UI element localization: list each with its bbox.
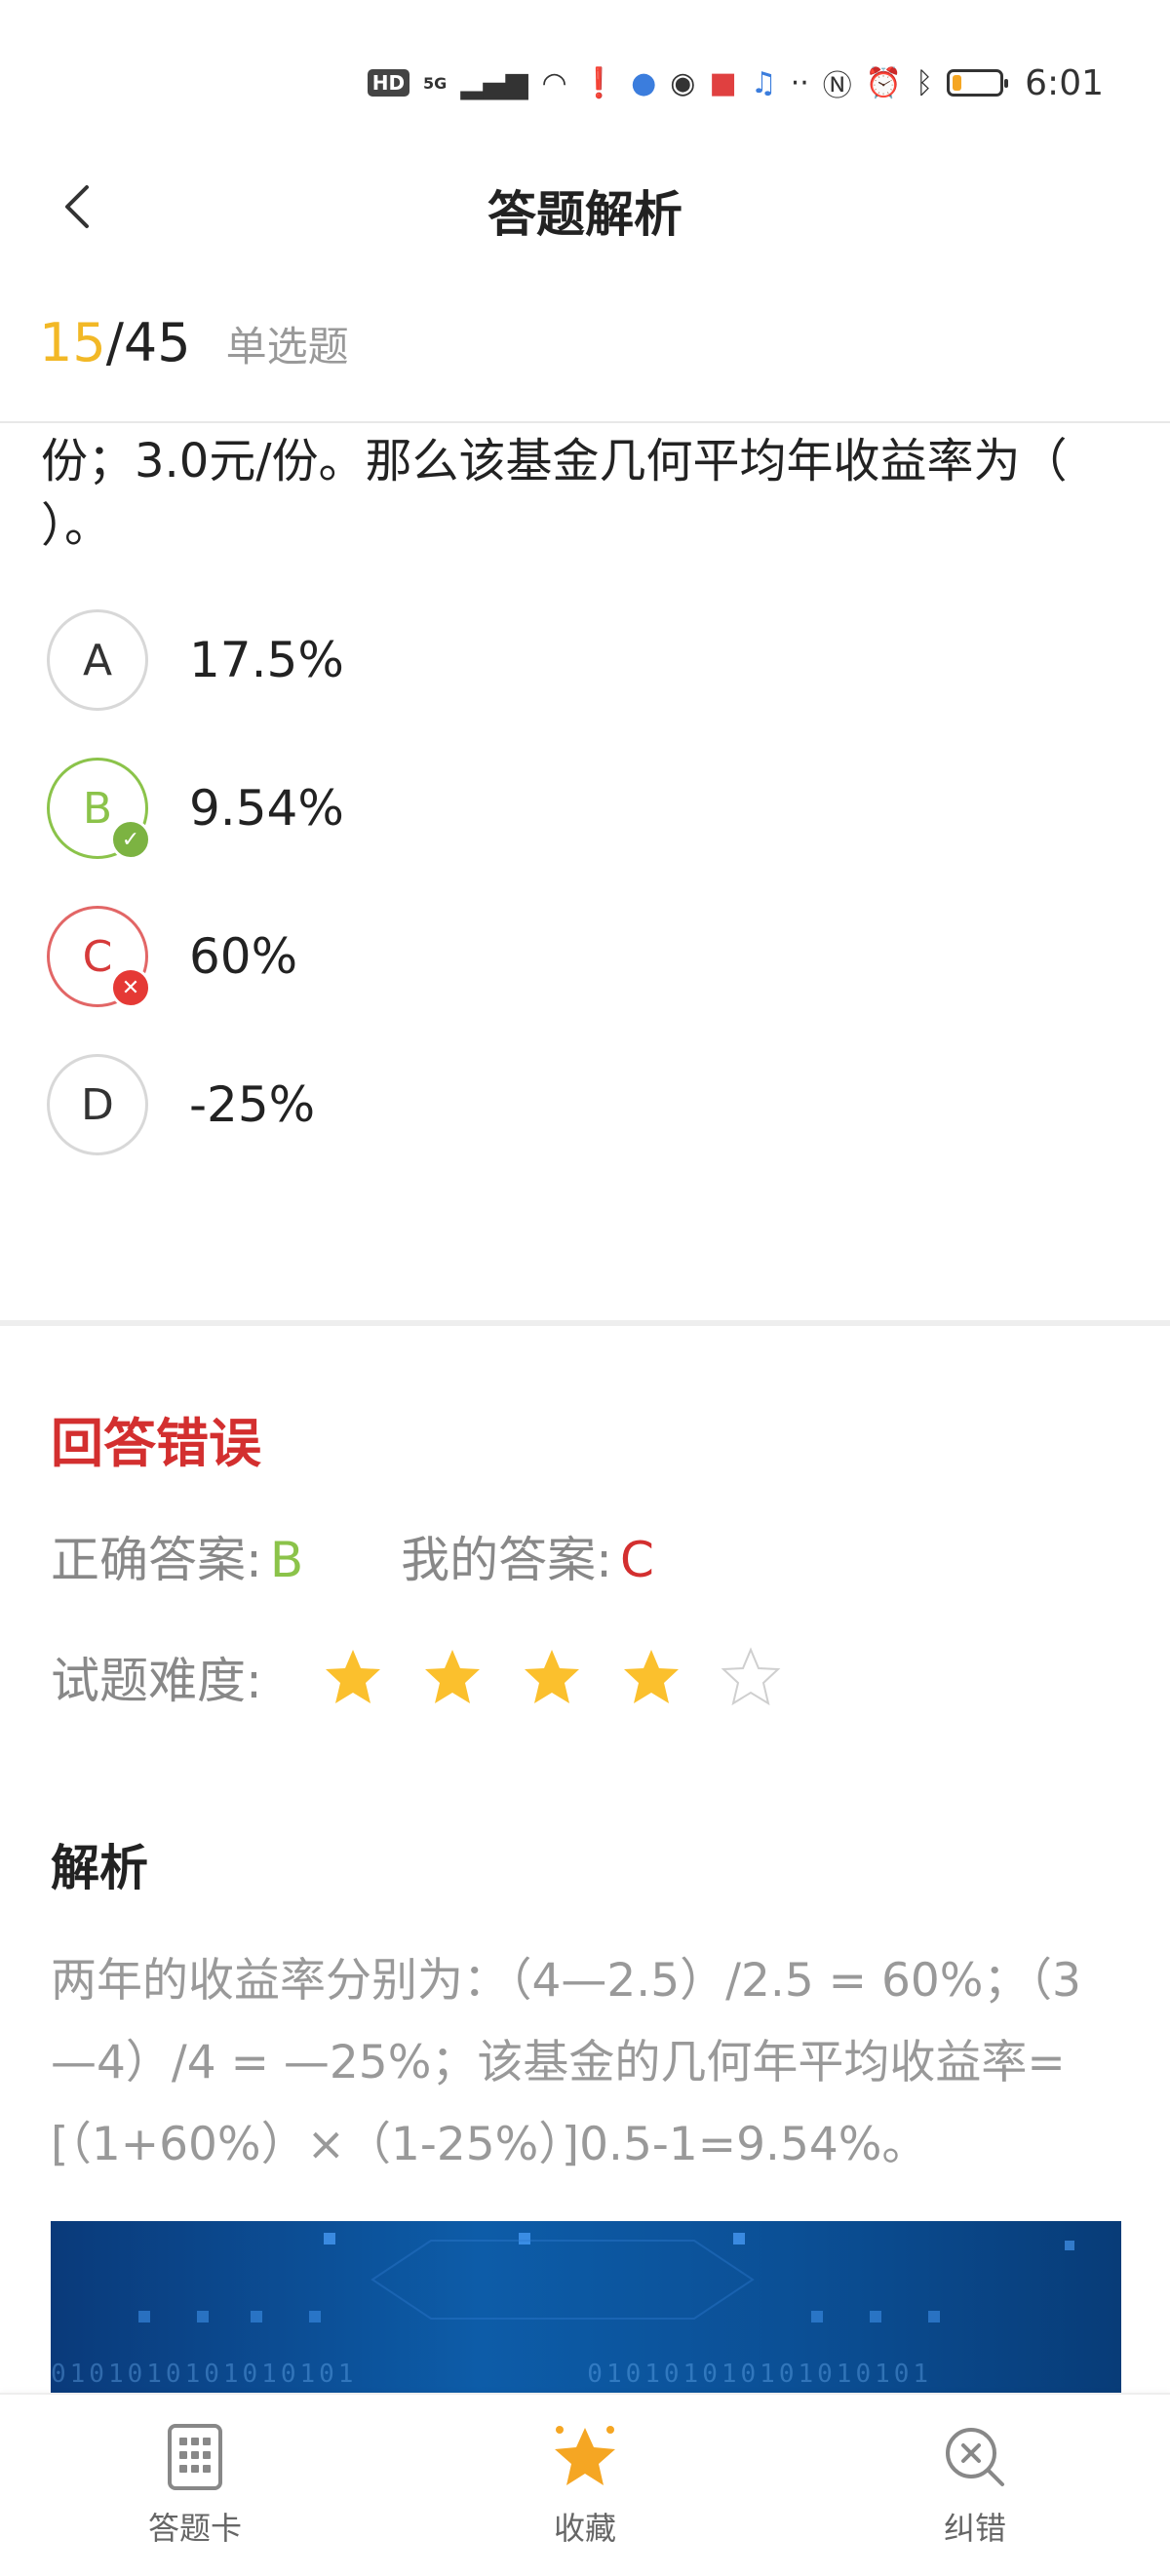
analysis-title: 解析 — [51, 1840, 148, 1896]
star-filled-icon — [623, 1650, 679, 1703]
option-letter: D — [81, 1079, 114, 1130]
question-stem: 份；3.0元/份。那么该基金几何平均年收益率为（ ）。 — [41, 429, 1133, 566]
analysis-text: 两年的收益率分别为：（4—2.5）/2.5 = 60%；（3—4）/4 = —2… — [51, 1954, 1081, 2171]
option-letter: A — [82, 635, 113, 685]
banner-binary-pattern: 0101010101010101 010101010101010101 — [51, 2360, 933, 2389]
star-filled-icon — [424, 1650, 480, 1703]
option-b[interactable]: B ✓ 9.54% — [47, 755, 1119, 862]
star-filled-icon — [524, 1650, 579, 1703]
question-progress: 15 / 45 单选题 — [39, 312, 349, 373]
difficulty-row: 试题难度: — [51, 1642, 781, 1712]
wechat-icon: ◉ — [670, 65, 696, 100]
option-letter-circle: B ✓ — [47, 758, 151, 860]
option-text: 9.54% — [189, 780, 344, 837]
answer-card-button[interactable]: 答题卡 — [78, 2420, 312, 2549]
network-type: 5G — [423, 73, 448, 93]
wifi-icon: ◠ — [541, 65, 567, 100]
alert-icon: ❗ — [580, 65, 618, 100]
alarm-icon: ⏰ — [865, 65, 903, 100]
bottom-toolbar: 答题卡 收藏 纠错 — [0, 2393, 1170, 2576]
music-icon: ♫ — [750, 65, 777, 100]
section-divider — [0, 1320, 1170, 1326]
option-letter-circle: D — [47, 1054, 148, 1155]
correction-label: 纠错 — [943, 2510, 1006, 2547]
battery-icon — [947, 69, 1009, 97]
question-text: 份；3.0元/份。那么该基金几何平均年收益率为（ ）。 — [41, 434, 1068, 553]
current-question-number: 15 — [39, 312, 106, 373]
option-text: -25% — [189, 1076, 316, 1133]
my-answer-label: 我的答案: — [401, 1532, 613, 1588]
answers-row: 正确答案: B 我的答案: C — [51, 1521, 654, 1591]
hd-badge: HD — [367, 69, 410, 97]
star-empty-icon — [721, 1647, 781, 1706]
star-favorite-icon — [555, 2426, 615, 2485]
correction-search-icon — [946, 2428, 1004, 2486]
difficulty-stars — [323, 1647, 781, 1707]
progress-separator: / — [105, 312, 124, 373]
my-answer-value: C — [620, 1532, 654, 1588]
correction-button[interactable]: 纠错 — [858, 2420, 1092, 2549]
more-dots-icon: ·· — [790, 65, 809, 100]
star-filled-icon — [325, 1650, 380, 1703]
page-title: 答题解析 — [488, 186, 682, 243]
option-a[interactable]: A 17.5% — [47, 606, 1119, 714]
total-question-count: 45 — [123, 312, 191, 373]
status-bar: HD 5G ▂▄▆ ◠ ❗ ● ◉ ■ ♫ ·· Ⓝ ⏰ ᛒ 6:01 — [0, 0, 1170, 156]
battery-fill — [953, 75, 962, 91]
difficulty-label: 试题难度: — [51, 1653, 262, 1709]
option-letter: C — [82, 931, 113, 982]
book-icon: ■ — [709, 65, 737, 100]
nfc-icon: Ⓝ — [822, 69, 852, 103]
bluetooth-icon: ᛒ — [916, 65, 934, 100]
option-letter: B — [82, 783, 113, 834]
cross-icon: ✕ — [110, 967, 151, 1008]
option-letter-circle: C ✕ — [47, 906, 151, 1008]
correct-answer-value: B — [269, 1532, 304, 1588]
clock: 6:01 — [1025, 62, 1104, 103]
option-text: 17.5% — [189, 632, 344, 688]
divider — [0, 421, 1170, 423]
option-text: 60% — [189, 928, 298, 985]
option-c[interactable]: C ✕ 60% — [47, 903, 1119, 1010]
browser-icon: ● — [631, 65, 657, 100]
result-status: 回答错误 — [51, 1413, 261, 1474]
question-type: 单选题 — [225, 323, 349, 371]
option-d[interactable]: D -25% — [47, 1051, 1119, 1158]
favorite-button[interactable]: 收藏 — [468, 2420, 702, 2549]
answer-card-icon — [168, 2424, 222, 2490]
check-icon: ✓ — [110, 819, 151, 860]
answer-card-label: 答题卡 — [147, 2510, 242, 2547]
correct-answer-label: 正确答案: — [51, 1532, 262, 1588]
options-list: A 17.5% B ✓ 9.54% C ✕ 60% D -25% — [47, 606, 1119, 1199]
banner-image[interactable]: 0101010101010101 010101010101010101 — [51, 2221, 1121, 2393]
signal-icon: ▂▄▆ — [460, 65, 528, 100]
header: 答题解析 — [0, 156, 1170, 263]
option-letter-circle: A — [47, 609, 148, 711]
favorite-label: 收藏 — [553, 2510, 616, 2547]
